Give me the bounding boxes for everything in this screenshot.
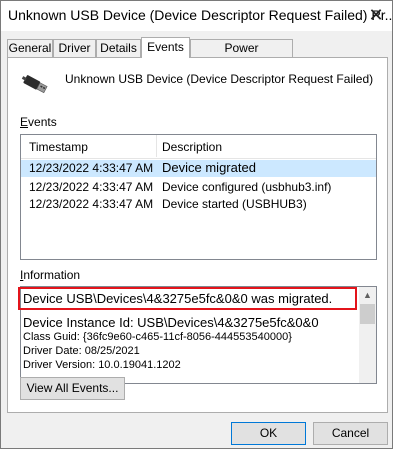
usb-plug-icon xyxy=(21,75,48,94)
events-list[interactable]: Timestamp Description 12/23/2022 4:33:47… xyxy=(20,134,377,260)
event-description: Device configured (usbhub3.inf) xyxy=(162,180,332,194)
events-tab-panel: Unknown USB Device (Device Descriptor Re… xyxy=(7,57,388,413)
view-all-events-label: View All Events... xyxy=(26,381,119,395)
event-description: Device started (USBHUB3) xyxy=(162,197,307,211)
event-description: Device migrated xyxy=(162,160,256,175)
event-row[interactable]: 12/23/2022 4:33:47 AM Device configured … xyxy=(21,179,376,196)
scroll-thumb[interactable] xyxy=(360,304,375,324)
event-row[interactable]: 12/23/2022 4:33:47 AM Device migrated xyxy=(21,160,376,177)
event-timestamp: 12/23/2022 4:33:47 AM xyxy=(29,161,154,175)
annotation-highlight-box xyxy=(18,287,357,310)
events-label: Events xyxy=(20,115,57,129)
events-label-rest: vents xyxy=(28,115,57,129)
tab-details[interactable]: Details xyxy=(96,39,141,57)
information-label: Information xyxy=(20,268,81,282)
information-label-rest: nformation xyxy=(23,268,81,282)
event-timestamp: 12/23/2022 4:33:47 AM xyxy=(29,197,154,211)
device-name: Unknown USB Device (Device Descriptor Re… xyxy=(65,72,374,86)
info-scrollbar[interactable]: ▲ xyxy=(359,287,376,383)
info-line-class-guid: Class Guid: {36fc9e60-c465-11cf-8056-444… xyxy=(23,331,292,343)
info-line-instance-id: Device Instance Id: USB\Devices\4&3275e5… xyxy=(23,315,319,330)
event-row[interactable]: 12/23/2022 4:33:47 AM Device started (US… xyxy=(21,196,376,213)
tab-events[interactable]: Events xyxy=(141,37,190,58)
tab-driver[interactable]: Driver xyxy=(53,39,96,57)
tab-general[interactable]: General xyxy=(7,39,53,57)
column-divider[interactable] xyxy=(156,135,157,157)
ok-button[interactable]: OK xyxy=(231,422,306,445)
title-bar: Unknown USB Device (Device Descriptor Re… xyxy=(1,1,393,31)
column-description[interactable]: Description xyxy=(162,140,222,154)
properties-window: Unknown USB Device (Device Descriptor Re… xyxy=(0,0,393,449)
cancel-button[interactable]: Cancel xyxy=(313,422,388,445)
close-icon[interactable]: ✕ xyxy=(363,4,389,28)
tab-power-management[interactable]: Power Management xyxy=(190,39,293,72)
column-timestamp[interactable]: Timestamp xyxy=(29,140,88,154)
window-title: Unknown USB Device (Device Descriptor Re… xyxy=(8,7,393,23)
view-all-events-button[interactable]: View All Events... xyxy=(20,377,125,400)
info-line-driver-version: Driver Version: 10.0.19041.1202 xyxy=(23,359,181,371)
events-list-header: Timestamp Description xyxy=(21,135,376,159)
info-line-driver-date: Driver Date: 08/25/2021 xyxy=(23,345,140,357)
event-timestamp: 12/23/2022 4:33:47 AM xyxy=(29,180,154,194)
scroll-up-icon[interactable]: ▲ xyxy=(359,287,376,304)
